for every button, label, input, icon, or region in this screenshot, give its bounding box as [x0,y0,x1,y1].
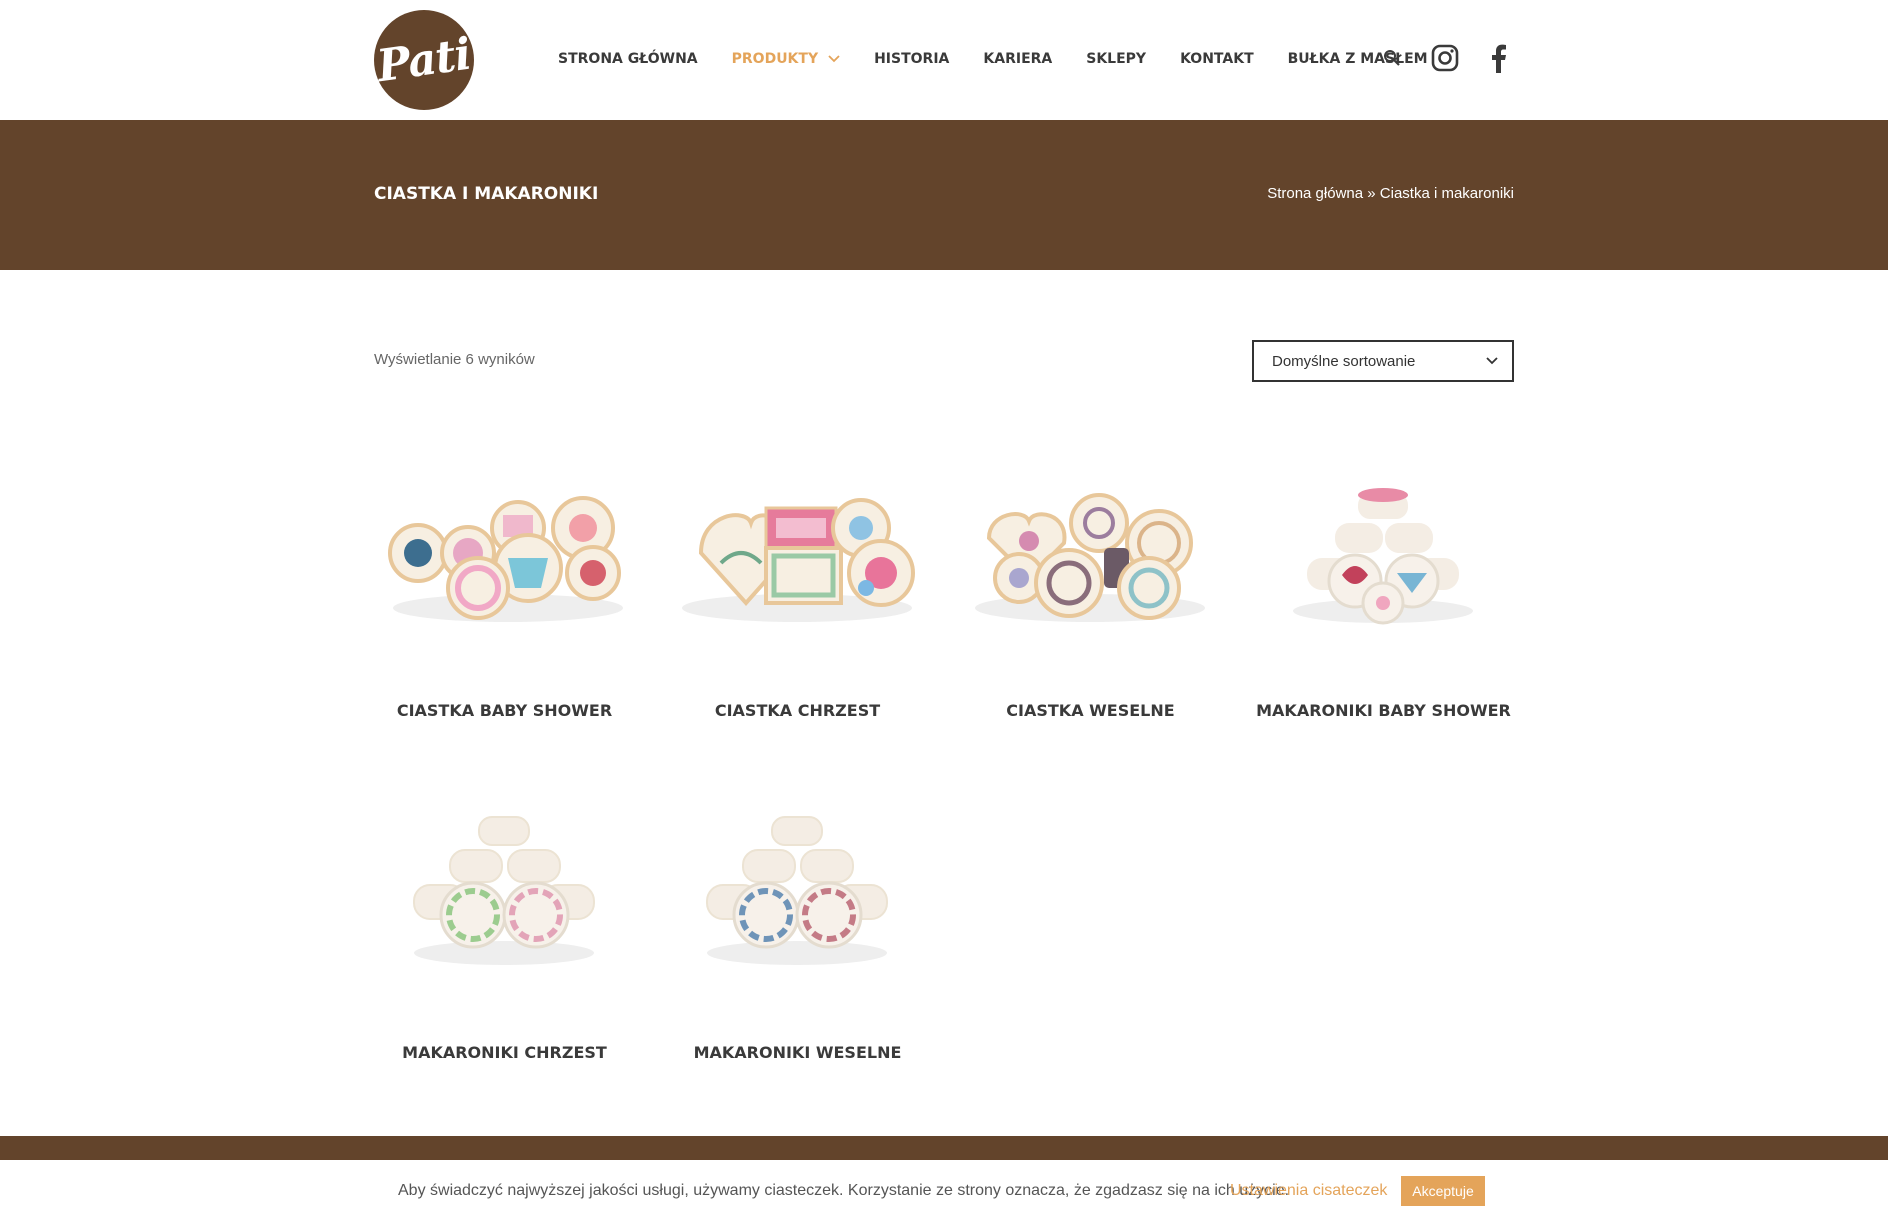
page-title-bar: CIASTKA I MAKARONIKI Strona główna » Cia… [0,120,1888,270]
nav-item-strona-glowna[interactable]: STRONA GŁÓWNA [558,51,698,67]
chevron-down-icon [828,55,840,63]
cookie-bar: Aby świadczyć najwyższej jakości usługi,… [0,1160,1888,1225]
nav-item-kariera[interactable]: KARIERA [983,51,1052,67]
sort-select[interactable]: Domyślne sortowanie [1252,340,1514,382]
nav-item-produkty[interactable]: PRODUKTY [732,51,840,67]
chevron-down-icon [1486,357,1498,365]
product-image[interactable] [358,463,651,663]
breadcrumb-home-link[interactable]: Strona główna [1267,185,1363,202]
product-image[interactable] [1237,463,1530,663]
breadcrumb-current: Ciastka i makaroniki [1379,185,1514,202]
site-header: Pati STRONA GŁÓWNA PRODUKTY HISTORIA KAR… [0,0,1888,120]
product-image[interactable] [358,805,651,1005]
product-name[interactable]: MAKARONIKI BABY SHOWER [1237,701,1530,720]
cookie-accept-button[interactable]: Akceptuje [1401,1176,1485,1206]
product-name[interactable]: CIASTKA BABY SHOWER [358,701,651,720]
breadcrumb: Strona główna » Ciastka i makaroniki [1267,185,1514,202]
product-name[interactable]: CIASTKA CHRZEST [651,701,944,720]
footer-strip [0,1136,1888,1160]
cookie-text: Aby świadczyć najwyższej jakości usługi,… [398,1182,1290,1199]
product-image[interactable] [944,463,1237,663]
product-name[interactable]: MAKARONIKI WESELNE [651,1043,944,1062]
nav-item-bulka-z-maslem[interactable]: BUŁKA Z MASŁEM [1288,51,1428,67]
product-image[interactable] [651,463,944,663]
nav-item-sklepy[interactable]: SKLEPY [1086,51,1146,67]
search-icon[interactable] [1383,49,1401,67]
product-name[interactable]: MAKARONIKI CHRZEST [358,1043,651,1062]
facebook-icon[interactable] [1487,43,1511,73]
cookie-settings-link[interactable]: Ustawienia cisateczek [1230,1182,1387,1200]
breadcrumb-separator: » [1367,185,1376,202]
product-name[interactable]: CIASTKA WESELNE [944,701,1237,720]
result-count: Wyświetlanie 6 wyników [374,351,535,368]
nav-item-kontakt[interactable]: KONTAKT [1180,51,1254,67]
product-image[interactable] [651,805,944,1005]
main-nav: STRONA GŁÓWNA PRODUKTY HISTORIA KARIERA … [558,0,1462,118]
instagram-icon[interactable] [1430,43,1460,73]
sort-selected-value: Domyślne sortowanie [1272,353,1416,370]
nav-item-historia[interactable]: HISTORIA [874,51,949,67]
pati-logo[interactable]: Pati [374,10,474,110]
page-title: CIASTKA I MAKARONIKI [374,184,599,204]
